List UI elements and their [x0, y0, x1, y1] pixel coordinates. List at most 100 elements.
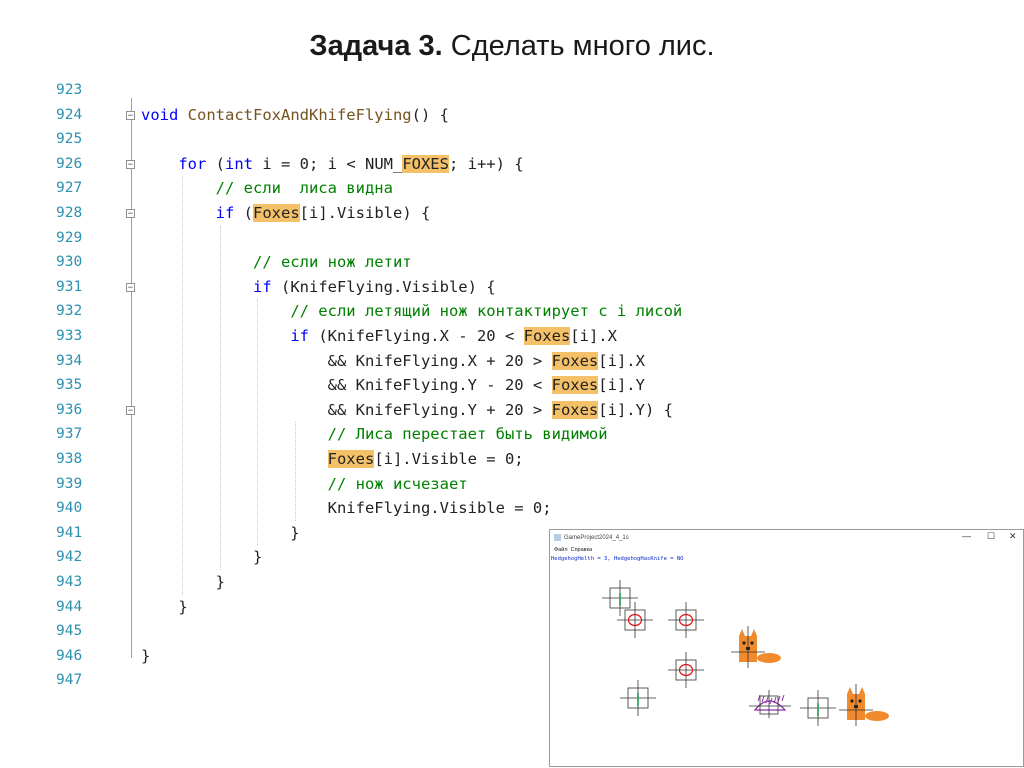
line-number: 935: [56, 377, 83, 394]
fold-toggle-icon[interactable]: −: [126, 159, 135, 169]
line-number: 933: [56, 328, 83, 344]
code-comment: // если лиса видна: [215, 179, 393, 198]
crosshair-icon: [602, 580, 638, 616]
fold-toggle-icon[interactable]: −: [126, 209, 135, 219]
code-text: if (Foxes[i].Visible) {: [141, 201, 430, 226]
code-token: (KnifeFlying.X - 20 <: [308, 327, 524, 345]
code-token: [i].Y) {: [598, 400, 673, 419]
code-line[interactable]: 932 // если летящий нож контактирует с i…: [0, 299, 1024, 324]
code-text: // если лиса видна: [141, 176, 393, 201]
slide-title: Задача 3. Сделать много лис.: [0, 30, 1024, 63]
code-line[interactable]: 938 Foxes[i].Visible = 0;: [0, 447, 1024, 472]
fold-toggle-icon[interactable]: −: [126, 282, 135, 292]
code-token: [i].Visible) {: [299, 204, 431, 222]
line-number: 947: [56, 672, 83, 689]
code-token: ; i++) {: [448, 154, 524, 173]
line-number: 930: [56, 254, 83, 271]
line-number: 940: [56, 500, 83, 517]
code-token: [i].X: [570, 327, 617, 345]
code-token: KnifeFlying.Visible = 0;: [141, 499, 552, 518]
code-text: // Лиса перестает быть видимой: [141, 422, 608, 447]
line-number: 939: [56, 475, 83, 492]
code-token: if: [290, 327, 309, 345]
code-token: ContactFoxAndKhifeFlying: [187, 105, 412, 124]
line-number: 942: [56, 549, 83, 566]
code-line[interactable]: 925: [0, 127, 1024, 152]
code-line[interactable]: 936 && KnifeFlying.Y + 20 > Foxes[i].Y) …: [0, 398, 1024, 423]
code-token: i = 0; i < NUM_: [253, 154, 403, 173]
fold-toggle-icon[interactable]: −: [126, 405, 135, 415]
fold-toggle-icon[interactable]: −: [126, 110, 135, 120]
code-line[interactable]: 940 KnifeFlying.Visible = 0;: [0, 496, 1024, 521]
target-icon: [617, 602, 653, 638]
highlighted-token: Foxes: [327, 450, 375, 468]
code-token: }: [141, 597, 188, 616]
line-number: 929: [56, 229, 83, 246]
code-text: // нож исчезает: [141, 472, 468, 497]
crosshair-icon: [800, 690, 836, 726]
title-rest: Сделать много лис.: [442, 30, 715, 62]
code-token: && KnifeFlying.X + 20 >: [141, 351, 552, 370]
title-bold: Задача 3.: [309, 30, 443, 62]
code-line[interactable]: 931 if (KnifeFlying.Visible) {: [0, 275, 1024, 300]
line-number: 932: [56, 303, 83, 320]
highlighted-token: Foxes: [551, 376, 599, 395]
code-line[interactable]: 934 && KnifeFlying.X + 20 > Foxes[i].X: [0, 349, 1024, 374]
code-token: [i].Visible = 0;: [374, 450, 524, 468]
code-text: }: [141, 644, 150, 669]
game-window[interactable]: GameProject2024_4_1s — ☐ ✕ Файл Справка …: [549, 529, 1024, 767]
code-line[interactable]: 926 for (int i = 0; i < NUM_FOXES; i++) …: [0, 152, 1024, 177]
code-line[interactable]: 939 // нож исчезает: [0, 472, 1024, 497]
highlighted-token: FOXES: [402, 154, 449, 173]
line-number: 945: [56, 623, 83, 640]
code-line[interactable]: 923: [0, 78, 1024, 103]
target-icon: [668, 652, 704, 688]
code-line[interactable]: 928 if (Foxes[i].Visible) {: [0, 201, 1024, 226]
line-number: 941: [56, 524, 83, 541]
highlighted-token: Foxes: [551, 400, 599, 419]
code-token: (: [234, 204, 253, 222]
code-token: (: [206, 154, 225, 173]
line-number: 931: [56, 278, 83, 295]
line-number: 925: [56, 131, 83, 148]
code-line[interactable]: 927 // если лиса видна: [0, 176, 1024, 201]
code-line[interactable]: 933 if (KnifeFlying.X - 20 < Foxes[i].X: [0, 324, 1024, 349]
code-token: [i].Y: [598, 376, 645, 395]
code-line[interactable]: 929: [0, 226, 1024, 251]
fox-icon: [839, 684, 889, 726]
game-canvas: [602, 580, 889, 726]
highlighted-token: Foxes: [253, 204, 300, 222]
line-number: 943: [56, 574, 83, 590]
code-text: if (KnifeFlying.Visible) {: [141, 275, 496, 300]
indent-guide: [182, 176, 184, 595]
code-text: if (KnifeFlying.X - 20 < Foxes[i].X: [141, 324, 617, 349]
code-line[interactable]: 937 // Лиса перестает быть видимой: [0, 422, 1024, 447]
code-text: && KnifeFlying.Y - 20 < Foxes[i].Y: [141, 373, 645, 398]
code-text: // если летящий нож контактирует с i лис…: [141, 299, 682, 324]
indent-guide: [219, 225, 221, 570]
code-token: (KnifeFlying.Visible) {: [271, 277, 496, 296]
code-text: && KnifeFlying.X + 20 > Foxes[i].X: [141, 349, 645, 374]
highlighted-token: Foxes: [551, 351, 599, 370]
code-text: for (int i = 0; i < NUM_FOXES; i++) {: [141, 152, 524, 177]
code-comment: // если нож летит: [252, 253, 412, 272]
code-comment: // если летящий нож контактирует с i лис…: [290, 302, 683, 321]
code-text: }: [141, 595, 188, 620]
indent-guide: [257, 299, 259, 546]
code-text: void ContactFoxAndKhifeFlying() {: [141, 103, 449, 128]
code-line[interactable]: 935 && KnifeFlying.Y - 20 < Foxes[i].Y: [0, 373, 1024, 398]
code-text: KnifeFlying.Visible = 0;: [141, 496, 552, 521]
code-line[interactable]: 924 void ContactFoxAndKhifeFlying() {: [0, 103, 1024, 128]
line-number: 926: [56, 155, 83, 172]
code-token: if: [252, 277, 272, 296]
code-token: if: [215, 204, 235, 222]
code-line[interactable]: 930 // если нож летит: [0, 250, 1024, 275]
